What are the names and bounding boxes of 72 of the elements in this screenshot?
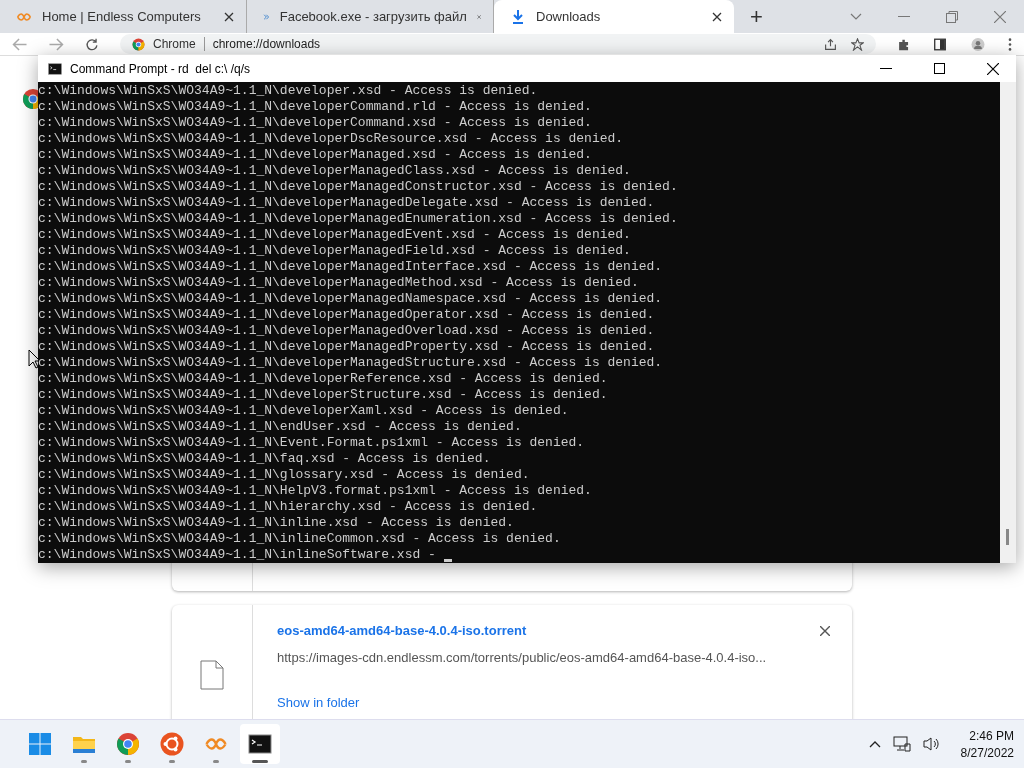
console-line: c:\Windows\WinSxS\WO34A9~1.1_N\developerCommand.xsd - Access is denied.	[38, 115, 592, 131]
reload-icon[interactable]	[84, 37, 100, 51]
new-tab-button[interactable]: +	[742, 3, 771, 30]
console-line: c:\Windows\WinSxS\WO34A9~1.1_N\developerManagedMethod.xsd - Access is denied.	[38, 275, 639, 291]
chrome-logo-icon	[116, 732, 140, 756]
ubuntu-logo-icon	[160, 732, 184, 756]
clock-date[interactable]: 8/27/2022	[960, 745, 1014, 760]
console-line: c:\Windows\WinSxS\WO34A9~1.1_N\developerManagedOverload.xsd - Access is denied.	[38, 323, 655, 339]
window-title: Command Prompt - rd del c:\ /q/s	[70, 61, 251, 76]
clock-time[interactable]: 2:46 PM	[969, 728, 1014, 743]
console-line: c:\Windows\WinSxS\WO34A9~1.1_N\developerManagedNamespace.xsd - Access is denied.	[38, 291, 663, 307]
url-text: chrome://downloads	[212, 37, 322, 51]
address-bar[interactable]: Chrome chrome://downloads	[120, 34, 876, 54]
chevron-down-icon[interactable]	[850, 12, 862, 21]
show-in-folder-link[interactable]: Show in folder	[277, 695, 360, 710]
console-line: c:\Windows\WinSxS\WO34A9~1.1_N\developerManagedInterface.xsd - Access is denied.	[38, 259, 663, 275]
volume-icon[interactable]	[922, 736, 941, 752]
scrollbar-thumb[interactable]	[1006, 529, 1009, 545]
console-line: c:\Windows\WinSxS\WO34A9~1.1_N\developerCommand.rld - Access is denied.	[38, 99, 592, 115]
browser-tab[interactable]: Downloads	[494, 0, 734, 33]
menu-icon[interactable]	[1008, 37, 1012, 51]
download-icon	[510, 8, 526, 25]
console-line: c:\Windows\WinSxS\WO34A9~1.1_N\glossary.xsd - Access is denied.	[38, 467, 530, 483]
sidebar-icon[interactable]	[932, 37, 948, 51]
console-line: c:\Windows\WinSxS\WO34A9~1.1_N\developerManagedDelegate.xsd - Access is denied.	[38, 195, 655, 211]
console-line: c:\Windows\WinSxS\WO34A9~1.1_N\developerReference.xsd - Access is denied.	[38, 371, 608, 387]
console-line: c:\Windows\WinSxS\WO34A9~1.1_N\inlineCommon.xsd - Access is denied.	[38, 531, 561, 547]
close-icon[interactable]	[987, 62, 999, 75]
console-line: c:\Windows\WinSxS\WO34A9~1.1_N\endUser.xsd - Access is denied.	[38, 419, 522, 435]
console-line: c:\Windows\WinSxS\WO34A9~1.1_N\faq.xsd - Access is denied.	[38, 451, 491, 467]
console-line: c:\Windows\WinSxS\WO34A9~1.1_N\developerManagedField.xsd - Access is denied.	[38, 243, 631, 259]
windows-logo-icon	[28, 732, 52, 756]
console-line: c:\Windows\WinSxS\WO34A9~1.1_N\inlineSoftware.xsd -	[38, 547, 436, 563]
console-line: c:\Windows\WinSxS\WO34A9~1.1_N\developerManagedEvent.xsd - Access is denied.	[38, 227, 631, 243]
console-line: c:\Windows\WinSxS\WO34A9~1.1_N\hierarchy.xsd - Access is denied.	[38, 499, 538, 515]
close-icon[interactable]	[224, 11, 234, 22]
console-line: c:\Windows\WinSxS\WO34A9~1.1_N\developerManagedConstructor.xsd - Access is denied.	[38, 179, 678, 195]
terminal-icon	[48, 61, 62, 76]
tab-title: Home | Endless Computers	[42, 9, 202, 24]
restore-icon[interactable]	[946, 10, 958, 23]
console-line: c:\Windows\WinSxS\WO34A9~1.1_N\Event.Format.ps1xml - Access is denied.	[38, 435, 585, 451]
console-line: c:\Windows\WinSxS\WO34A9~1.1_N\developerManagedOperator.xsd - Access is denied.	[38, 307, 655, 323]
console-line: c:\Windows\WinSxS\WO34A9~1.1_N\developerStructure.xsd - Access is denied.	[38, 387, 608, 403]
chrome-logo-icon	[132, 37, 145, 51]
minimize-icon[interactable]	[880, 67, 892, 70]
close-icon[interactable]	[820, 625, 830, 636]
console-line: c:\Windows\WinSxS\WO34A9~1.1_N\developerManaged.xsd - Access is denied.	[38, 147, 592, 163]
text-cursor	[443, 559, 452, 562]
console-line: c:\Windows\WinSxS\WO34A9~1.1_N\HelpV3.format.ps1xml - Access is denied.	[38, 483, 592, 499]
console-line: c:\Windows\WinSxS\WO34A9~1.1_N\inline.xsd - Access is denied.	[38, 515, 514, 531]
console-line: c:\Windows\WinSxS\WO34A9~1.1_N\developerXaml.xsd - Access is denied.	[38, 403, 569, 419]
console-line: c:\Windows\WinSxS\WO34A9~1.1_N\developerManagedEnumeration.xsd - Access is denied.	[38, 211, 678, 227]
file-icon	[200, 660, 224, 690]
maximize-icon[interactable]	[934, 63, 945, 74]
star-icon[interactable]	[851, 37, 864, 51]
console-line: c:\Windows\WinSxS\WO34A9~1.1_N\developerManagedStructure.xsd - Access is denied.	[38, 355, 663, 371]
tab-title: Downloads	[536, 9, 602, 24]
share-icon[interactable]	[824, 37, 837, 51]
console-line: c:\Windows\WinSxS\WO34A9~1.1_N\developer.xsd - Access is denied.	[38, 83, 538, 99]
site-label: Chrome	[153, 37, 205, 51]
taskbar-app[interactable]	[240, 724, 280, 764]
source-url: https://images-cdn.endlessm.com/torrents/public/eos-amd64-amd64-base-4.0.4-iso...	[277, 650, 768, 665]
console-line: c:\Windows\WinSxS\WO34A9~1.1_N\developerManagedClass.xsd - Access is denied.	[38, 163, 631, 179]
close-icon[interactable]	[712, 11, 722, 22]
file-name-link[interactable]: eos-amd64-amd64-base-4.0.4-iso.torrent	[277, 623, 527, 638]
network-icon[interactable]	[892, 736, 911, 752]
browser-tab[interactable]: Home | Endless Computers	[0, 0, 247, 33]
chevron-up-icon[interactable]	[868, 740, 881, 748]
terminal-icon	[248, 732, 272, 756]
console-line: c:\Windows\WinSxS\WO34A9~1.1_N\developerDscResource.xsd - Access is denied.	[38, 131, 624, 147]
tab-title: Facebook.exe - загрузить файл	[279, 9, 467, 24]
console-line: c:\Windows\WinSxS\WO34A9~1.1_N\developerManagedProperty.xsd - Access is denied.	[38, 339, 655, 355]
